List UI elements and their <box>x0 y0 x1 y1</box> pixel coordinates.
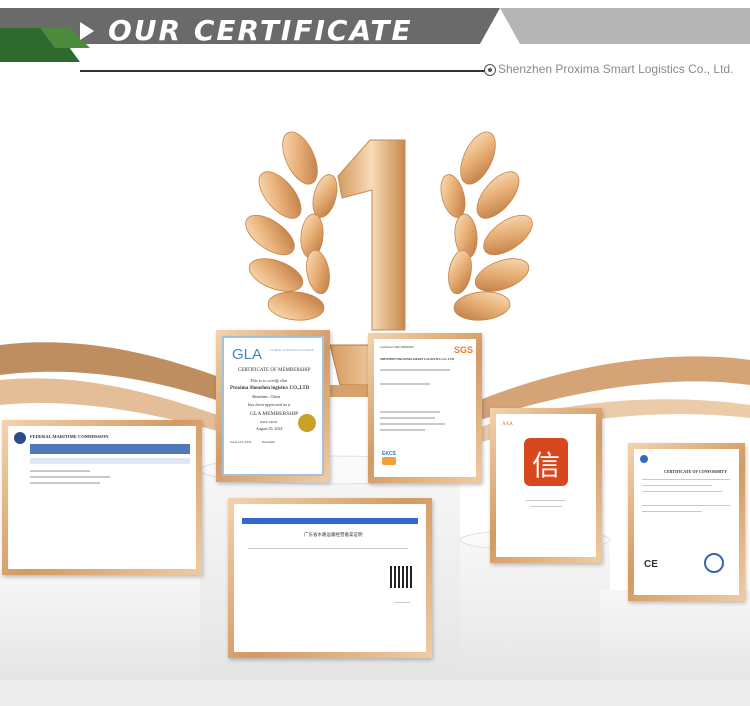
ce-mark: CE <box>644 559 658 570</box>
gla-membership: GLA MEMBERSHIP <box>250 411 299 417</box>
sgs-brand: SGS <box>454 345 474 355</box>
company-name: Shenzhen Proxima Smart Logistics Co., Lt… <box>498 62 734 76</box>
page-title: OUR CERTIFICATE <box>108 14 413 47</box>
sgs-top-line: Certificate GB21/00000009 <box>380 345 414 349</box>
number-one-shape <box>337 139 406 331</box>
sgs-company: SHENZHEN PROXIMA SMART LOGISTICS CO., LT… <box>380 357 455 361</box>
credit-seal-char: 信 <box>532 449 561 482</box>
awards-scene: OUR CERTIFICATE Shenzhen Proxima Smart L… <box>0 0 750 706</box>
gla-certificate: GLA GLOBAL LOGISTICS ALLIANCE CERTIFICAT… <box>216 330 330 482</box>
gla-company: Proxima Shenzhen logistics CO.,LTD <box>230 386 310 391</box>
gla-footer-mid: President <box>262 440 276 444</box>
ce-heading: CERTIFICATE OF CONFORMITY <box>664 469 727 474</box>
gla-logo-sub: GLOBAL LOGISTICS ALLIANCE <box>270 348 314 352</box>
gla-approved: has been approved as a <box>248 402 291 407</box>
fmc-certificate: FEDERAL MARITIME COMMISSION <box>2 420 202 575</box>
trophy-number: 1 <box>360 200 361 201</box>
fmc-seal-icon <box>14 432 26 444</box>
credit-label: AAA <box>502 422 513 427</box>
laurel-right <box>440 131 533 321</box>
cn-certificate: 广东省水路运输经营备案证明 <box>228 498 432 658</box>
fmc-heading: FEDERAL MARITIME COMMISSION <box>30 434 109 439</box>
header-divider <box>80 70 485 72</box>
gla-seal-icon <box>298 414 316 432</box>
ce-logo-icon <box>640 455 648 463</box>
laurel-left <box>245 131 338 321</box>
ce-stamp-icon <box>704 553 724 573</box>
gla-date: August 29, 2024 <box>256 426 283 431</box>
ce-certificate: CERTIFICATE OF CONFORMITY CE <box>628 443 745 601</box>
title-arrow-icon <box>80 22 94 40</box>
gla-date-label: DATE VALID <box>260 420 278 424</box>
cn-title: 广东省水路运输经营备案证明 <box>304 533 363 538</box>
qr-code-icon <box>390 566 412 588</box>
gla-logo: GLA <box>232 346 263 363</box>
gla-location: Shenzhen , China <box>252 394 281 399</box>
sgs-certificate: Certificate GB21/00000009 SGS SHENZHEN P… <box>368 333 482 483</box>
credit-certificate: AAA 信 <box>490 408 602 563</box>
gla-certify-text: This is to certify that <box>250 378 288 383</box>
gla-footer-left: GLA CO.,LTD <box>230 440 251 444</box>
sgs-badge-icon <box>382 457 396 465</box>
divider-dot-icon <box>484 64 496 76</box>
gla-heading: CERTIFICATE OF MEMBERSHIP <box>238 368 311 373</box>
